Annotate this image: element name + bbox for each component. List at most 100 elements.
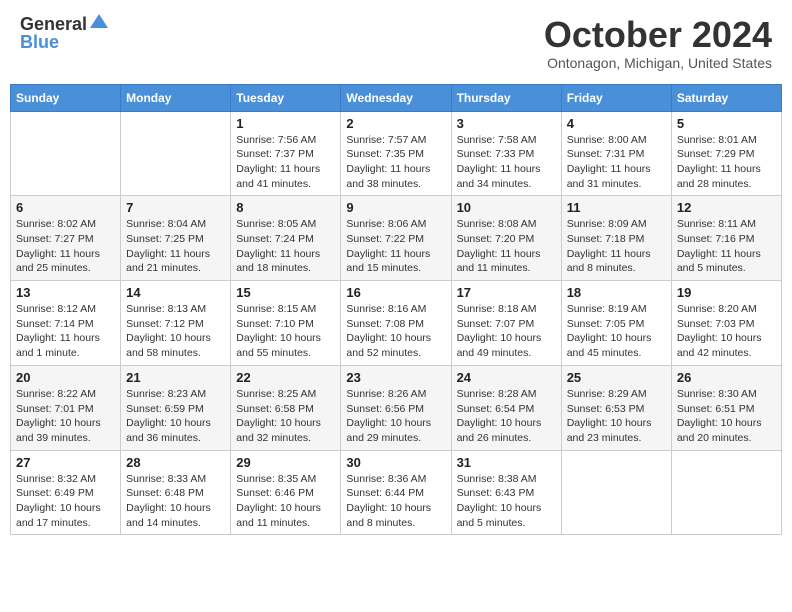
day-number: 19 xyxy=(677,285,776,300)
calendar-cell: 24Sunrise: 8:28 AM Sunset: 6:54 PM Dayli… xyxy=(451,365,561,450)
calendar-week-row: 6Sunrise: 8:02 AM Sunset: 7:27 PM Daylig… xyxy=(11,196,782,281)
day-info: Sunrise: 8:23 AM Sunset: 6:59 PM Dayligh… xyxy=(126,387,225,446)
day-info: Sunrise: 7:57 AM Sunset: 7:35 PM Dayligh… xyxy=(346,133,445,192)
calendar-header-tuesday: Tuesday xyxy=(231,84,341,111)
calendar-cell: 28 Sunrise: 8:33 AM Sunset: 6:48 PM Dayli… xyxy=(121,450,231,535)
day-info: Sunrise: 8:35 AM Sunset: 6:46 PM Dayligh… xyxy=(236,472,335,531)
day-info: Sunrise: 8:20 AM Sunset: 7:03 PM Dayligh… xyxy=(677,302,776,361)
day-number: 7 xyxy=(126,200,225,215)
day-number: 9 xyxy=(346,200,445,215)
title-block: October 2024 Ontonagon, Michigan, United… xyxy=(544,15,772,71)
day-info: Sunrise: 8:15 AM Sunset: 7:10 PM Dayligh… xyxy=(236,302,335,361)
calendar-cell: 17 Sunrise: 8:18 AM Sunset: 7:07 PM Dayli… xyxy=(451,281,561,366)
day-info: Sunrise: 8:32 AM Sunset: 6:49 PM Dayligh… xyxy=(16,472,115,531)
day-number: 1 xyxy=(236,116,335,131)
calendar-cell: 9 Sunrise: 8:06 AM Sunset: 7:22 PM Daylig… xyxy=(341,196,451,281)
day-info: Sunrise: 8:13 AM Sunset: 7:12 PM Dayligh… xyxy=(126,302,225,361)
day-info: Sunrise: 8:16 AM Sunset: 7:08 PM Dayligh… xyxy=(346,302,445,361)
day-number: 17 xyxy=(457,285,556,300)
day-info: Sunrise: 8:08 AM Sunset: 7:20 PM Dayligh… xyxy=(457,217,556,276)
day-number: 2 xyxy=(346,116,445,131)
calendar-header-sunday: Sunday xyxy=(11,84,121,111)
day-info: Sunrise: 7:56 AM Sunset: 7:37 PM Dayligh… xyxy=(236,133,335,192)
day-number: 12 xyxy=(677,200,776,215)
day-number: 22 xyxy=(236,370,335,385)
logo: General Blue xyxy=(20,15,108,51)
day-number: 5 xyxy=(677,116,776,131)
calendar-cell: 14 Sunrise: 8:13 AM Sunset: 7:12 PM Dayli… xyxy=(121,281,231,366)
day-info: Sunrise: 8:12 AM Sunset: 7:14 PM Dayligh… xyxy=(16,302,115,361)
calendar-cell: 31Sunrise: 8:38 AM Sunset: 6:43 PM Dayli… xyxy=(451,450,561,535)
calendar-cell: 27 Sunrise: 8:32 AM Sunset: 6:49 PM Dayli… xyxy=(11,450,121,535)
calendar-cell: 11Sunrise: 8:09 AM Sunset: 7:18 PM Dayli… xyxy=(561,196,671,281)
calendar-week-row: 27 Sunrise: 8:32 AM Sunset: 6:49 PM Dayli… xyxy=(11,450,782,535)
day-info: Sunrise: 8:26 AM Sunset: 6:56 PM Dayligh… xyxy=(346,387,445,446)
day-info: Sunrise: 8:29 AM Sunset: 6:53 PM Dayligh… xyxy=(567,387,666,446)
day-info: Sunrise: 8:01 AM Sunset: 7:29 PM Dayligh… xyxy=(677,133,776,192)
day-number: 10 xyxy=(457,200,556,215)
calendar-cell: 25 Sunrise: 8:29 AM Sunset: 6:53 PM Dayli… xyxy=(561,365,671,450)
calendar-cell: 6Sunrise: 8:02 AM Sunset: 7:27 PM Daylig… xyxy=(11,196,121,281)
day-number: 20 xyxy=(16,370,115,385)
calendar-week-row: 13Sunrise: 8:12 AM Sunset: 7:14 PM Dayli… xyxy=(11,281,782,366)
calendar-cell: 20 Sunrise: 8:22 AM Sunset: 7:01 PM Dayli… xyxy=(11,365,121,450)
day-number: 23 xyxy=(346,370,445,385)
day-number: 30 xyxy=(346,455,445,470)
day-number: 4 xyxy=(567,116,666,131)
day-info: Sunrise: 8:02 AM Sunset: 7:27 PM Dayligh… xyxy=(16,217,115,276)
calendar-cell: 4 Sunrise: 8:00 AM Sunset: 7:31 PM Daylig… xyxy=(561,111,671,196)
day-info: Sunrise: 8:18 AM Sunset: 7:07 PM Dayligh… xyxy=(457,302,556,361)
calendar-cell: 19 Sunrise: 8:20 AM Sunset: 7:03 PM Dayli… xyxy=(671,281,781,366)
day-info: Sunrise: 8:22 AM Sunset: 7:01 PM Dayligh… xyxy=(16,387,115,446)
calendar-header-row: SundayMondayTuesdayWednesdayThursdayFrid… xyxy=(11,84,782,111)
day-number: 18 xyxy=(567,285,666,300)
calendar-header-thursday: Thursday xyxy=(451,84,561,111)
calendar-cell: 15 Sunrise: 8:15 AM Sunset: 7:10 PM Dayli… xyxy=(231,281,341,366)
day-number: 27 xyxy=(16,455,115,470)
day-info: Sunrise: 8:33 AM Sunset: 6:48 PM Dayligh… xyxy=(126,472,225,531)
day-number: 26 xyxy=(677,370,776,385)
calendar-table: SundayMondayTuesdayWednesdayThursdayFrid… xyxy=(10,84,782,536)
logo-icon xyxy=(90,14,108,32)
day-info: Sunrise: 8:25 AM Sunset: 6:58 PM Dayligh… xyxy=(236,387,335,446)
calendar-cell xyxy=(671,450,781,535)
month-title: October 2024 xyxy=(544,15,772,55)
day-number: 29 xyxy=(236,455,335,470)
calendar-header-wednesday: Wednesday xyxy=(341,84,451,111)
calendar-cell xyxy=(11,111,121,196)
calendar-cell: 16 Sunrise: 8:16 AM Sunset: 7:08 PM Dayli… xyxy=(341,281,451,366)
day-number: 16 xyxy=(346,285,445,300)
calendar-week-row: 1 Sunrise: 7:56 AM Sunset: 7:37 PM Daylig… xyxy=(11,111,782,196)
calendar-cell: 10 Sunrise: 8:08 AM Sunset: 7:20 PM Dayli… xyxy=(451,196,561,281)
calendar-cell xyxy=(561,450,671,535)
calendar-cell: 2 Sunrise: 7:57 AM Sunset: 7:35 PM Daylig… xyxy=(341,111,451,196)
calendar-header-monday: Monday xyxy=(121,84,231,111)
calendar-cell: 5 Sunrise: 8:01 AM Sunset: 7:29 PM Daylig… xyxy=(671,111,781,196)
calendar-cell: 18Sunrise: 8:19 AM Sunset: 7:05 PM Dayli… xyxy=(561,281,671,366)
day-info: Sunrise: 8:30 AM Sunset: 6:51 PM Dayligh… xyxy=(677,387,776,446)
day-number: 11 xyxy=(567,200,666,215)
calendar-week-row: 20 Sunrise: 8:22 AM Sunset: 7:01 PM Dayli… xyxy=(11,365,782,450)
calendar-cell: 23 Sunrise: 8:26 AM Sunset: 6:56 PM Dayli… xyxy=(341,365,451,450)
day-info: Sunrise: 8:04 AM Sunset: 7:25 PM Dayligh… xyxy=(126,217,225,276)
logo-blue-text: Blue xyxy=(20,33,59,51)
calendar-cell: 1 Sunrise: 7:56 AM Sunset: 7:37 PM Daylig… xyxy=(231,111,341,196)
day-info: Sunrise: 7:58 AM Sunset: 7:33 PM Dayligh… xyxy=(457,133,556,192)
calendar-cell: 3 Sunrise: 7:58 AM Sunset: 7:33 PM Daylig… xyxy=(451,111,561,196)
calendar-cell: 29 Sunrise: 8:35 AM Sunset: 6:46 PM Dayli… xyxy=(231,450,341,535)
day-number: 3 xyxy=(457,116,556,131)
day-info: Sunrise: 8:00 AM Sunset: 7:31 PM Dayligh… xyxy=(567,133,666,192)
day-number: 28 xyxy=(126,455,225,470)
day-number: 21 xyxy=(126,370,225,385)
calendar-cell: 12Sunrise: 8:11 AM Sunset: 7:16 PM Dayli… xyxy=(671,196,781,281)
day-number: 14 xyxy=(126,285,225,300)
day-number: 8 xyxy=(236,200,335,215)
calendar-header-friday: Friday xyxy=(561,84,671,111)
day-number: 24 xyxy=(457,370,556,385)
calendar-cell: 22 Sunrise: 8:25 AM Sunset: 6:58 PM Dayli… xyxy=(231,365,341,450)
day-info: Sunrise: 8:06 AM Sunset: 7:22 PM Dayligh… xyxy=(346,217,445,276)
logo-general-text: General xyxy=(20,15,87,33)
day-number: 25 xyxy=(567,370,666,385)
day-number: 15 xyxy=(236,285,335,300)
calendar-cell: 21 Sunrise: 8:23 AM Sunset: 6:59 PM Dayli… xyxy=(121,365,231,450)
